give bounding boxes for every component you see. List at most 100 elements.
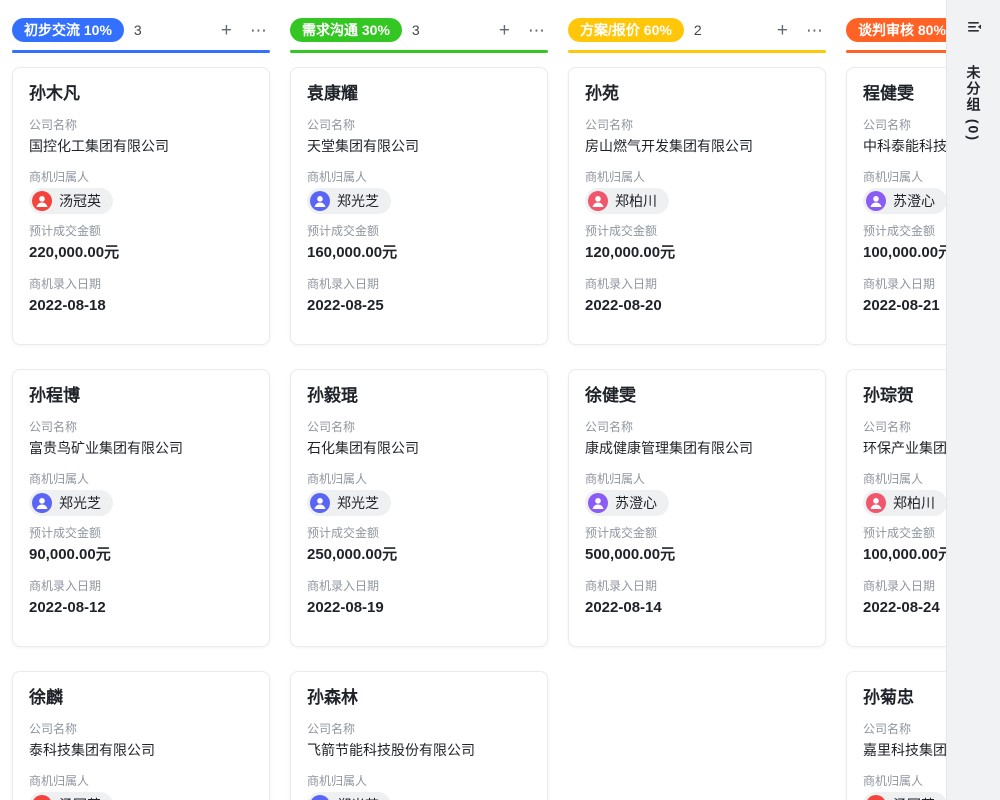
opportunity-card[interactable]: 孙木凡公司名称国控化工集团有限公司商机归属人汤冠英预计成交金额220,000.0… [12,67,270,345]
owner-avatar [310,795,330,800]
owner-avatar [32,795,52,800]
owner-field-label: 商机归属人 [307,772,531,790]
owner-chip: 郑光芝 [29,490,113,516]
owner-field-label: 商机归属人 [585,470,809,488]
stage-pill: 方案/报价 60% [568,18,684,42]
owner-chip: 汤冠英 [29,792,113,800]
company-name: 天堂集团有限公司 [307,136,531,156]
add-card-button[interactable]: + [219,21,234,40]
card-title: 孙木凡 [29,82,253,106]
person-icon [312,495,328,511]
owner-name: 汤冠英 [59,795,101,800]
kanban-column-2: 需求沟通 30%3+⋯袁康耀公司名称天堂集团有限公司商机归属人郑光芝预计成交金额… [290,16,548,800]
owner-name: 郑光芝 [337,795,379,800]
stage-pill: 需求沟通 30% [290,18,402,42]
owner-field-label: 商机归属人 [29,772,253,790]
kanban-board: 初步交流 10%3+⋯孙木凡公司名称国控化工集团有限公司商机归属人汤冠英预计成交… [0,0,1000,800]
opportunity-card[interactable]: 孙苑公司名称房山燃气开发集团有限公司商机归属人郑柏川预计成交金额120,000.… [568,67,826,345]
opportunity-card[interactable]: 徐麟公司名称泰科技集团有限公司商机归属人汤冠英预计成交金额商机录入日期 [12,671,270,800]
card-title: 徐麟 [29,686,253,710]
column-header-actions: +⋯ [219,21,270,40]
company-name: 石化集团有限公司 [307,438,531,458]
company-field-label: 公司名称 [29,720,253,738]
company-field-label: 公司名称 [307,116,531,134]
column-header-actions: +⋯ [775,21,826,40]
person-icon [868,495,884,511]
stage-pill: 初步交流 10% [12,18,124,42]
ungrouped-label: 未分组 (0) [964,65,984,142]
owner-field-label: 商机归属人 [307,470,531,488]
company-name: 泰科技集团有限公司 [29,740,253,760]
column-header: 需求沟通 30%3+⋯ [290,16,548,44]
stage-pill: 谈判审核 80% [846,18,958,42]
date-field-label: 商机录入日期 [307,275,531,293]
opportunity-card[interactable]: 孙程博公司名称富贵鸟矿业集团有限公司商机归属人郑光芝预计成交金额90,000.0… [12,369,270,647]
owner-field-label: 商机归属人 [29,470,253,488]
column-more-button[interactable]: ⋯ [526,21,548,40]
opportunity-card[interactable]: 孙森林公司名称飞箭节能科技股份有限公司商机归属人郑光芝预计成交金额商机录入日期 [290,671,548,800]
owner-field-label: 商机归属人 [307,168,531,186]
owner-chip: 汤冠英 [863,792,947,800]
person-icon [34,495,50,511]
person-icon [312,193,328,209]
owner-name: 苏澄心 [615,493,657,513]
owner-avatar [866,493,886,513]
opportunity-card[interactable]: 袁康耀公司名称天堂集团有限公司商机归属人郑光芝预计成交金额160,000.00元… [290,67,548,345]
add-card-button[interactable]: + [497,21,512,40]
amount-field-label: 预计成交金额 [307,222,531,240]
card-title: 孙苑 [585,82,809,106]
amount-value: 120,000.00元 [585,242,809,263]
owner-name: 郑光芝 [337,191,379,211]
date-field-label: 商机录入日期 [585,577,809,595]
owner-chip: 汤冠英 [29,188,113,214]
card-list: 孙苑公司名称房山燃气开发集团有限公司商机归属人郑柏川预计成交金额120,000.… [568,67,826,647]
company-field-label: 公司名称 [29,116,253,134]
opportunity-card[interactable]: 徐健雯公司名称康成健康管理集团有限公司商机归属人苏澄心预计成交金额500,000… [568,369,826,647]
owner-avatar [866,795,886,800]
owner-chip: 郑柏川 [585,188,669,214]
amount-value: 250,000.00元 [307,544,531,565]
add-card-button[interactable]: + [775,21,790,40]
card-list: 孙木凡公司名称国控化工集团有限公司商机归属人汤冠英预计成交金额220,000.0… [12,67,270,800]
company-name: 飞箭节能科技股份有限公司 [307,740,531,760]
kanban-view: 初步交流 10%3+⋯孙木凡公司名称国控化工集团有限公司商机归属人汤冠英预计成交… [0,0,1000,800]
owner-avatar [588,191,608,211]
owner-avatar [588,493,608,513]
column-more-button[interactable]: ⋯ [248,21,270,40]
date-field-label: 商机录入日期 [585,275,809,293]
ungrouped-sidebar[interactable]: 未分组 (0) [946,0,1000,800]
amount-value: 500,000.00元 [585,544,809,565]
company-field-label: 公司名称 [29,418,253,436]
owner-name: 郑柏川 [615,191,657,211]
amount-field-label: 预计成交金额 [585,222,809,240]
owner-name: 郑光芝 [59,493,101,513]
date-value: 2022-08-25 [307,295,531,316]
opportunity-card[interactable]: 孙毅琨公司名称石化集团有限公司商机归属人郑光芝预计成交金额250,000.00元… [290,369,548,647]
amount-field-label: 预计成交金额 [585,524,809,542]
owner-name: 汤冠英 [893,795,935,800]
date-value: 2022-08-12 [29,597,253,618]
owner-name: 郑光芝 [337,493,379,513]
column-more-button[interactable]: ⋯ [804,21,826,40]
person-icon [590,495,606,511]
column-color-bar [290,50,548,53]
owner-avatar [866,191,886,211]
card-title: 孙毅琨 [307,384,531,408]
company-name: 国控化工集团有限公司 [29,136,253,156]
owner-name: 郑柏川 [893,493,935,513]
collapse-groups-icon[interactable] [965,18,983,41]
column-header: 方案/报价 60%2+⋯ [568,16,826,44]
column-color-bar [568,50,826,53]
company-name: 房山燃气开发集团有限公司 [585,136,809,156]
owner-chip: 郑光芝 [307,188,391,214]
amount-value: 90,000.00元 [29,544,253,565]
owner-chip: 苏澄心 [863,188,947,214]
owner-chip: 郑柏川 [863,490,947,516]
column-header: 初步交流 10%3+⋯ [12,16,270,44]
amount-field-label: 预计成交金额 [307,524,531,542]
owner-name: 汤冠英 [59,191,101,211]
owner-chip: 郑光芝 [307,490,391,516]
card-title: 徐健雯 [585,384,809,408]
owner-field-label: 商机归属人 [29,168,253,186]
kanban-column-3: 方案/报价 60%2+⋯孙苑公司名称房山燃气开发集团有限公司商机归属人郑柏川预计… [568,16,826,800]
